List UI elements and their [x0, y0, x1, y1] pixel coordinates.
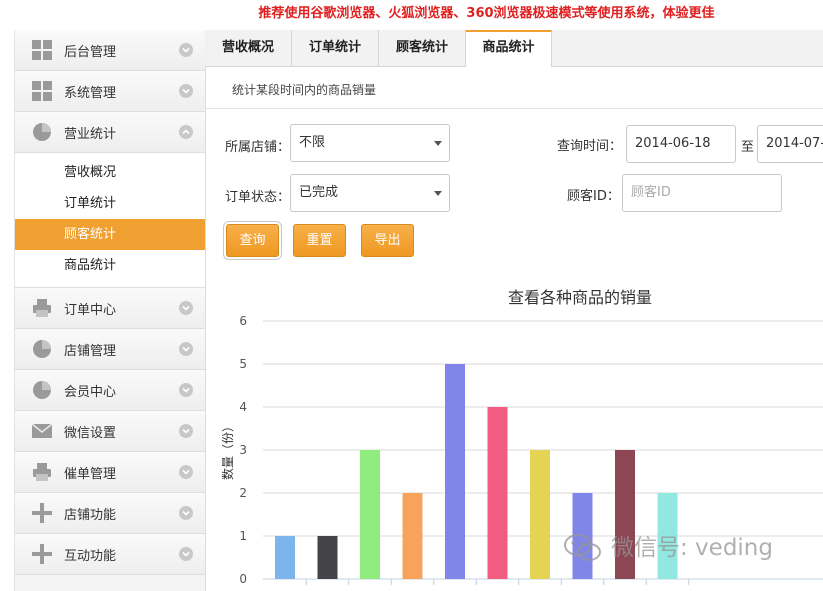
chevron-down-icon — [179, 342, 193, 356]
customer-id-label: 顾客ID： — [567, 189, 620, 204]
date-to-value: 2014-07-0 — [766, 136, 823, 151]
bar — [445, 364, 465, 579]
submenu-item-order-statistics[interactable]: 订单统计 — [15, 188, 205, 219]
sidebar: 后台管理 系统管理 营业统计 营收概况 订单统计 顾客统计 商品统计 订单中心 … — [14, 30, 206, 591]
bar — [275, 536, 295, 579]
bar — [317, 536, 338, 579]
wechat-logo-icon — [564, 534, 601, 561]
store-label: 所属店铺： — [225, 140, 291, 155]
sidebar-item-order-center[interactable]: 订单中心 — [15, 288, 205, 329]
chevron-down-icon — [179, 424, 193, 438]
sidebar-item-label: 店铺功能 — [64, 508, 117, 523]
page-description: 统计某段时间内的商品销量 — [205, 67, 823, 109]
bar — [487, 407, 508, 579]
customer-id-input[interactable]: 顾客ID — [622, 174, 782, 212]
sidebar-item-label: 系统管理 — [64, 86, 117, 101]
chevron-down-icon — [179, 547, 193, 561]
y-tick-label: 1 — [239, 529, 247, 543]
submenu-item-product-statistics[interactable]: 商品统计 — [15, 250, 205, 281]
tab-customer-statistics[interactable]: 顾客统计 — [379, 30, 466, 66]
y-tick-label: 2 — [239, 486, 247, 500]
pie-chart-icon — [33, 340, 51, 358]
sidebar-item-store-functions[interactable]: 店铺功能 — [15, 493, 205, 534]
plus-icon — [32, 544, 52, 564]
y-tick-label: 0 — [239, 572, 247, 586]
chevron-down-icon — [179, 84, 193, 98]
sidebar-item-label: 订单中心 — [64, 303, 117, 318]
sidebar-item-label: 店铺管理 — [64, 344, 117, 359]
export-button[interactable]: 导出 — [361, 224, 414, 257]
tab-bar: 营收概况 订单统计 顾客统计 商品统计 — [205, 30, 823, 67]
printer-icon — [33, 463, 51, 481]
query-time-label: 查询时间： — [557, 139, 623, 154]
submenu-item-revenue-overview[interactable]: 营收概况 — [15, 157, 205, 188]
tab-revenue-overview[interactable]: 营收概况 — [205, 30, 292, 66]
store-select[interactable]: 不限 — [290, 124, 450, 162]
sidebar-item-label: 互动功能 — [64, 549, 117, 564]
y-axis-label: 数量（份） — [220, 420, 235, 480]
sidebar-item-member-center[interactable]: 会员中心 — [15, 370, 205, 411]
customer-id-placeholder: 顾客ID — [631, 185, 671, 200]
sidebar-item-system-management[interactable]: 系统管理 — [15, 71, 205, 112]
sidebar-item-business-statistics[interactable]: 营业统计 — [15, 112, 205, 153]
business-statistics-submenu: 营收概况 订单统计 顾客统计 商品统计 — [15, 153, 205, 288]
sidebar-item-backend-management[interactable]: 后台管理 — [15, 30, 205, 71]
plus-icon — [32, 503, 52, 523]
bar — [360, 450, 380, 579]
pie-chart-icon — [33, 123, 51, 141]
query-button[interactable]: 查询 — [226, 224, 279, 257]
sidebar-item-store-management[interactable]: 店铺管理 — [15, 329, 205, 370]
sidebar-item-label: 会员中心 — [64, 385, 117, 400]
chevron-down-icon — [179, 383, 193, 397]
tab-product-statistics[interactable]: 商品统计 — [466, 30, 552, 67]
sidebar-item-label: 微信设置 — [64, 426, 117, 441]
watermark: 微信号: veding — [563, 530, 813, 566]
grid-icon — [32, 40, 52, 60]
chevron-down-icon — [179, 43, 193, 57]
envelope-icon — [32, 423, 52, 438]
y-tick-label: 6 — [239, 314, 247, 328]
order-status-label: 订单状态： — [225, 190, 291, 205]
pie-chart-icon — [33, 381, 51, 399]
sidebar-item-label: 营业统计 — [64, 127, 117, 142]
sidebar-item-interactive-functions[interactable]: 互动功能 — [15, 534, 205, 575]
watermark-text: 微信号: veding — [611, 535, 773, 561]
date-to-input[interactable]: 2014-07-0 — [757, 125, 823, 163]
bar — [530, 450, 550, 579]
chevron-down-icon — [179, 506, 193, 520]
date-separator: 至 — [741, 140, 755, 155]
chevron-up-icon — [179, 125, 193, 139]
store-select-value: 不限 — [299, 135, 326, 150]
sidebar-item-wechat-settings[interactable]: 微信设置 — [15, 411, 205, 452]
chevron-down-icon — [179, 465, 193, 479]
bar — [402, 493, 423, 579]
order-status-select-value: 已完成 — [299, 185, 339, 200]
date-from-input[interactable]: 2014-06-18 — [626, 125, 736, 163]
grid-icon — [32, 81, 52, 101]
tab-order-statistics[interactable]: 订单统计 — [292, 30, 379, 66]
printer-icon — [33, 299, 51, 317]
order-status-select[interactable]: 已完成 — [290, 174, 450, 212]
chevron-down-icon — [179, 301, 193, 315]
browser-recommendation-banner: 推荐使用谷歌浏览器、火狐浏览器、360浏览器极速模式等使用系统，体验更佳 — [258, 6, 715, 21]
y-tick-label: 5 — [239, 357, 247, 371]
y-tick-label: 4 — [239, 400, 247, 414]
sidebar-item-label: 后台管理 — [64, 45, 117, 60]
y-tick-label: 3 — [239, 443, 247, 457]
sidebar-item-label: 催单管理 — [64, 467, 117, 482]
date-from-value: 2014-06-18 — [635, 136, 711, 151]
submenu-item-customer-statistics[interactable]: 顾客统计 — [15, 219, 205, 250]
reset-button[interactable]: 重置 — [293, 224, 346, 257]
sidebar-item-reminder-management[interactable]: 催单管理 — [15, 452, 205, 493]
